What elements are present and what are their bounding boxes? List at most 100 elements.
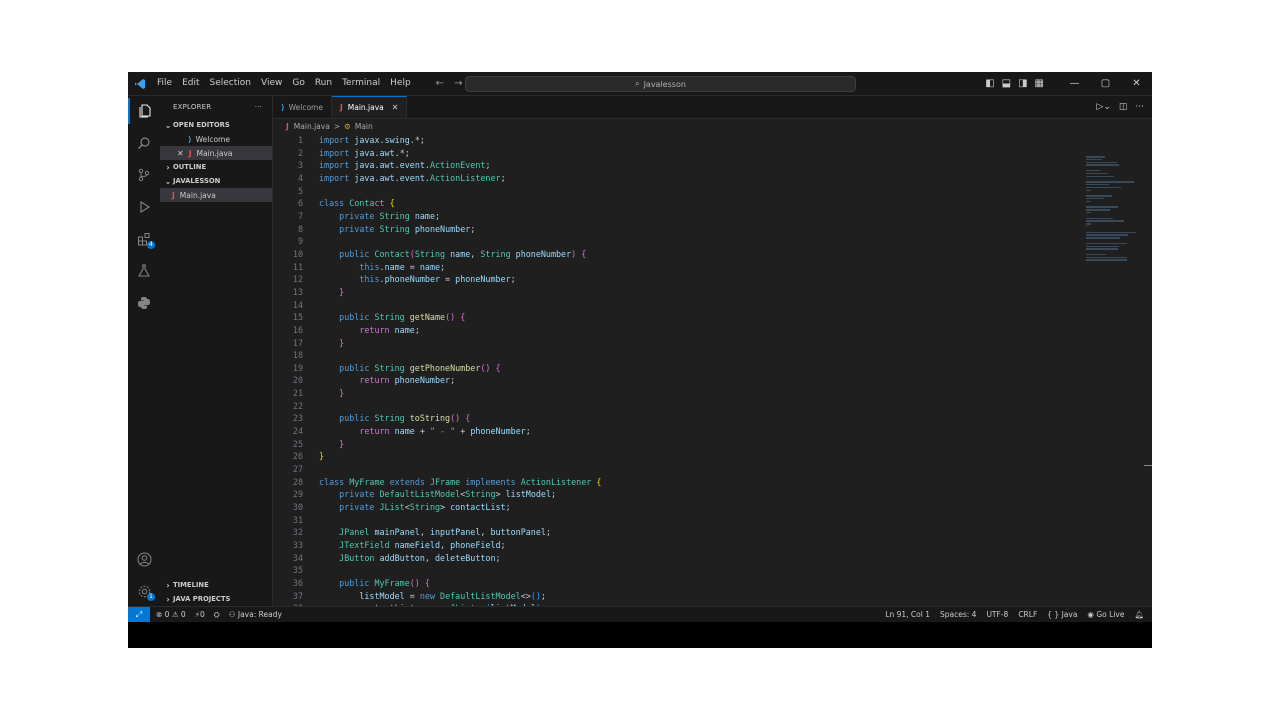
problems-status[interactable]: ⊗ 0 ⚠ 0: [156, 610, 186, 620]
command-center-search[interactable]: ⌕ Javalesson: [465, 76, 856, 92]
code-line[interactable]: 23 public String toString() {: [273, 412, 1093, 425]
project-section[interactable]: ⌄ JAVALESSON: [160, 174, 272, 188]
indentation[interactable]: Spaces: 4: [940, 610, 976, 619]
code-line[interactable]: 37 listModel = new DefaultListModel<>();: [273, 590, 1093, 603]
code-line[interactable]: 21 }: [273, 387, 1093, 400]
code-editor[interactable]: 1 import javax.swing.*; 2 import java.awt.*…: [273, 134, 1093, 606]
forward-arrow-icon[interactable]: →: [454, 78, 462, 89]
code-line[interactable]: 11 this.name = name;: [273, 261, 1093, 274]
menu-item-run[interactable]: Run: [310, 72, 337, 95]
code-line[interactable]: 17 }: [273, 337, 1093, 350]
code-line[interactable]: 13 }: [273, 286, 1093, 299]
menu-item-go[interactable]: Go: [287, 72, 309, 95]
code-line[interactable]: 31: [273, 514, 1093, 527]
customize-layout-icon[interactable]: ▦: [1035, 78, 1044, 89]
code-line[interactable]: 2 import java.awt.*;: [273, 147, 1093, 160]
code-line[interactable]: 34 JButton addButton, deleteButton;: [273, 552, 1093, 565]
go-live[interactable]: ◉ Go Live: [1087, 610, 1124, 619]
code-line[interactable]: 15 public String getName() {: [273, 311, 1093, 324]
more-actions-icon[interactable]: ···: [255, 103, 262, 111]
menu-item-terminal[interactable]: Terminal: [337, 72, 385, 95]
code-line[interactable]: 16 return name;: [273, 324, 1093, 337]
close-tab-icon[interactable]: ✕: [392, 103, 399, 112]
back-arrow-icon[interactable]: ←: [436, 78, 444, 89]
code-line[interactable]: 9: [273, 235, 1093, 248]
tab-main-java[interactable]: J Main.java ✕: [331, 96, 408, 118]
run-debug-icon[interactable]: [128, 194, 160, 220]
menu-item-view[interactable]: View: [256, 72, 287, 95]
search-icon[interactable]: [128, 130, 160, 156]
code-line[interactable]: 25 }: [273, 438, 1093, 451]
toggle-panel-icon[interactable]: ⬓: [1002, 78, 1011, 89]
toggle-sidebar-icon[interactable]: ◧: [985, 78, 994, 89]
code-line[interactable]: 32 JPanel mainPanel, inputPanel, buttonP…: [273, 526, 1093, 539]
code-line[interactable]: 35: [273, 564, 1093, 577]
outline-section[interactable]: › OUTLINE: [160, 160, 272, 174]
close-icon[interactable]: ✕: [177, 149, 184, 158]
code-line[interactable]: 14: [273, 299, 1093, 312]
explorer-icon[interactable]: [128, 98, 160, 124]
minimap-line: [1086, 172, 1108, 175]
code-line[interactable]: 12 this.phoneNumber = phoneNumber;: [273, 273, 1093, 286]
minimap[interactable]: [1086, 156, 1146, 266]
run-icon[interactable]: ▷⌄: [1096, 102, 1110, 112]
code-line[interactable]: 26}: [273, 450, 1093, 463]
notifications-bell-icon[interactable]: 🔔︎: [1134, 610, 1144, 619]
code-line[interactable]: 33 JTextField nameField, phoneField;: [273, 539, 1093, 552]
language-mode[interactable]: { } Java: [1047, 610, 1077, 619]
line-number: 25: [292, 438, 303, 449]
code-line[interactable]: 18: [273, 349, 1093, 362]
menu-item-file[interactable]: File: [152, 72, 177, 95]
more-actions-icon[interactable]: ···: [1135, 102, 1144, 112]
code-line[interactable]: 3 import java.awt.event.ActionEvent;: [273, 159, 1093, 172]
timeline-section[interactable]: › TIMELINE: [160, 578, 272, 592]
code-line[interactable]: 28 class MyFrame extends JFrame implement…: [273, 476, 1093, 489]
code-line[interactable]: 5: [273, 185, 1093, 198]
encoding[interactable]: UTF-8: [986, 610, 1008, 619]
code-line[interactable]: 10 public Contact(String name, String ph…: [273, 248, 1093, 261]
close-window-icon[interactable]: ✕: [1121, 72, 1152, 95]
accounts-icon[interactable]: [128, 546, 160, 572]
end-of-line[interactable]: CRLF: [1018, 610, 1037, 619]
cursor-position[interactable]: Ln 91, Col 1: [885, 610, 930, 619]
code-line[interactable]: 30 private JList<String> contactList;: [273, 501, 1093, 514]
code-line[interactable]: 19 public String getPhoneNumber() {: [273, 362, 1093, 375]
code-line[interactable]: 22: [273, 400, 1093, 413]
source-control-icon[interactable]: [128, 162, 160, 188]
breadcrumb-file[interactable]: Main.java: [294, 122, 330, 131]
remote-icon[interactable]: ⤢: [128, 607, 150, 622]
tab-welcome[interactable]: ⟩ Welcome: [273, 96, 332, 118]
toggle-secondary-sidebar-icon[interactable]: ◨: [1018, 78, 1027, 89]
open-editors-section[interactable]: ⌄ OPEN EDITORS: [160, 118, 272, 132]
code-line[interactable]: 6 class Contact {: [273, 197, 1093, 210]
open-editor-main-java[interactable]: ✕ J Main.java: [160, 146, 272, 160]
scrollbar-marker[interactable]: [1144, 465, 1152, 466]
extensions-icon[interactable]: 4: [128, 226, 160, 252]
debug-icon[interactable]: ⛭: [214, 610, 220, 620]
code-line[interactable]: 24 return name + " - " + phoneNumber;: [273, 425, 1093, 438]
code-line[interactable]: 36 public MyFrame() {: [273, 577, 1093, 590]
breadcrumb-symbol[interactable]: Main: [355, 122, 373, 131]
java-projects-section[interactable]: › JAVA PROJECTS: [160, 592, 272, 606]
file-main-java[interactable]: J Main.java: [160, 188, 272, 202]
code-line[interactable]: 4 import java.awt.event.ActionListener;: [273, 172, 1093, 185]
split-editor-icon[interactable]: ◫: [1119, 102, 1128, 112]
menu-item-edit[interactable]: Edit: [177, 72, 204, 95]
maximize-icon[interactable]: ▢: [1090, 72, 1121, 95]
testing-flask-icon[interactable]: [128, 258, 160, 284]
menu-item-help[interactable]: Help: [385, 72, 416, 95]
code-line[interactable]: 20 return phoneNumber;: [273, 374, 1093, 387]
code-line[interactable]: 7 private String name;: [273, 210, 1093, 223]
manage-gear-icon[interactable]: 1: [128, 578, 160, 604]
python-icon[interactable]: [128, 290, 160, 316]
open-editor-welcome[interactable]: ⟩ Welcome: [160, 132, 272, 146]
code-line[interactable]: 8 private String phoneNumber;: [273, 223, 1093, 236]
code-line[interactable]: 1 import javax.swing.*;: [273, 134, 1093, 147]
java-status[interactable]: ⚇ Java: Ready: [229, 610, 282, 620]
ports-status[interactable]: ⚡0: [195, 610, 205, 620]
minimize-icon[interactable]: —: [1059, 72, 1090, 95]
code-line[interactable]: 29 private DefaultListModel<String> list…: [273, 488, 1093, 501]
code-line[interactable]: 27: [273, 463, 1093, 476]
menu-item-selection[interactable]: Selection: [205, 72, 256, 95]
code-token: (): [445, 312, 461, 323]
